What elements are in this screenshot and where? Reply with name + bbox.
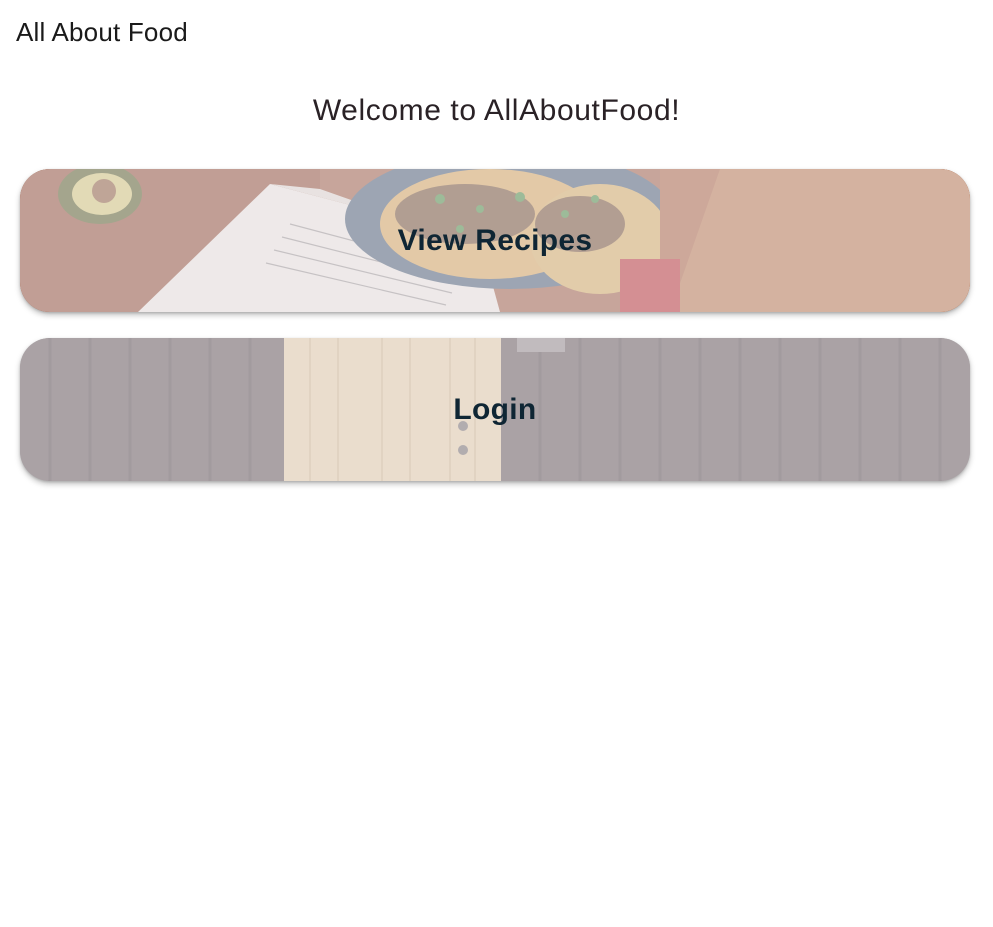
view-recipes-label: View Recipes bbox=[397, 223, 593, 257]
login-label: Login bbox=[453, 392, 537, 426]
view-recipes-button[interactable]: View Recipes bbox=[20, 169, 970, 312]
login-button[interactable]: Login bbox=[20, 338, 970, 481]
welcome-heading: Welcome to AllAboutFood! bbox=[312, 94, 681, 127]
app-title: All About Food bbox=[16, 16, 188, 47]
